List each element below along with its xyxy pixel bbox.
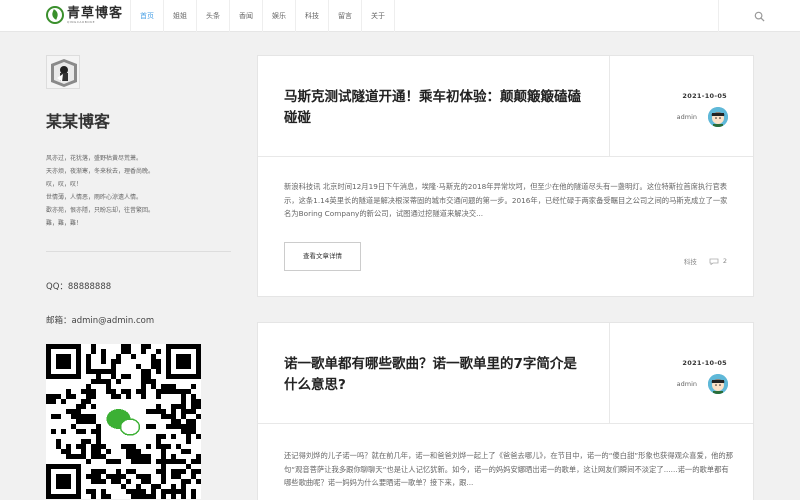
article-title[interactable]: 马斯克测试隧道开通！乘车初体验：颠颠簸簸磕磕碰碰 bbox=[284, 87, 584, 129]
article-card: 马斯克测试隧道开通！乘车初体验：颠颠簸簸磕磕碰碰 2021-10-05 admi… bbox=[257, 55, 754, 297]
logo-subtitle: QINGCAOBOKE bbox=[67, 19, 95, 24]
article-author[interactable]: admin bbox=[677, 113, 697, 121]
article-date: 2021-10-05 bbox=[682, 92, 727, 100]
search-icon bbox=[754, 11, 765, 22]
author-avatar[interactable] bbox=[708, 374, 728, 394]
search-button[interactable] bbox=[718, 0, 800, 32]
email-contact: 邮箱：admin@admin.com bbox=[46, 316, 155, 326]
top-header: 青草博客 QINGCAOBOKE 首页 姐姐 头条 香闻 娱乐 科技 留言 关于 bbox=[0, 0, 800, 32]
nav-item-guestbook[interactable]: 留言 bbox=[328, 0, 361, 32]
wechat-qr-code bbox=[46, 344, 201, 499]
nav-item-news[interactable]: 香闻 bbox=[229, 0, 262, 32]
comment-count: 2 bbox=[722, 257, 727, 265]
logo-title: 青草博客 bbox=[67, 5, 124, 21]
nav-item-headlines[interactable]: 头条 bbox=[196, 0, 229, 32]
article-date: 2021-10-05 bbox=[682, 359, 727, 367]
poem-line: 難，難，難！ bbox=[46, 220, 83, 227]
nav-item-home[interactable]: 首页 bbox=[130, 0, 163, 32]
comment-icon bbox=[709, 258, 719, 265]
qq-contact: QQ：88888888 bbox=[46, 282, 112, 292]
blog-name: 某某博客 bbox=[46, 112, 111, 131]
article-meta: 2021-10-05 admin bbox=[609, 323, 753, 424]
sidebar: 某某博客 风亦过，花犹落，盛野枯黄尽荒萧。 天亦烦，夜渐寒，冬来秋去，理香尚晚。… bbox=[46, 55, 231, 499]
blog-avatar bbox=[46, 55, 80, 89]
article-header: 马斯克测试隧道开通！乘车初体验：颠颠簸簸磕磕碰碰 2021-10-05 admi… bbox=[258, 56, 753, 157]
nav-item-sister[interactable]: 姐姐 bbox=[163, 0, 196, 32]
poem-line: 歡亦苑，恨亦隱，只盼忘却，往昔繁回。 bbox=[46, 207, 155, 214]
nav-item-about[interactable]: 关于 bbox=[361, 0, 395, 32]
poem-line: 世情薄，人情恶，雨昨心涼遗人情。 bbox=[46, 194, 143, 201]
article-title[interactable]: 诺一歌单都有哪些歌曲？诺一歌单里的7字简介是什么意思? bbox=[284, 354, 584, 396]
poem-line: 叹，叹，叹！ bbox=[46, 181, 83, 188]
poem: 风亦过，花犹落，盛野枯黄尽荒萧。 天亦烦，夜渐寒，冬来秋去，理香尚晚。 叹，叹，… bbox=[46, 152, 231, 230]
article-author[interactable]: admin bbox=[677, 380, 697, 388]
leaf-logo-icon bbox=[46, 6, 64, 24]
article-excerpt: 新浪科技讯 北京时间12月19日下午消息，埃隆·马斯克的2018年异常坎坷，但至… bbox=[284, 182, 728, 218]
site-logo[interactable]: 青草博客 QINGCAOBOKE bbox=[46, 6, 123, 24]
author-avatar[interactable] bbox=[708, 107, 728, 127]
read-more-button[interactable]: 查看文章详情 bbox=[284, 242, 361, 271]
article-excerpt: 还记得刘烨的儿子诺一吗？就在前几年，诺一和爸爸刘烨一起上了《爸爸去哪儿》，在节目… bbox=[284, 451, 734, 487]
poem-line: 风亦过，花犹落，盛野枯黄尽荒萧。 bbox=[46, 155, 143, 162]
nav-item-tech[interactable]: 科技 bbox=[295, 0, 328, 32]
poem-line: 天亦烦，夜渐寒，冬来秋去，理香尚晚。 bbox=[46, 168, 155, 175]
nav-item-entertainment[interactable]: 娱乐 bbox=[262, 0, 295, 32]
article-tag[interactable]: 科技 bbox=[684, 256, 697, 266]
article-footer: 科技 2 bbox=[684, 256, 727, 266]
article-card: 诺一歌单都有哪些歌曲？诺一歌单里的7字简介是什么意思? 2021-10-05 a… bbox=[257, 322, 754, 500]
main-nav: 首页 姐姐 头条 香闻 娱乐 科技 留言 关于 bbox=[130, 0, 395, 32]
logo-text: 青草博客 QINGCAOBOKE bbox=[67, 7, 123, 24]
article-header: 诺一歌单都有哪些歌曲？诺一歌单里的7字简介是什么意思? 2021-10-05 a… bbox=[258, 323, 753, 424]
article-meta: 2021-10-05 admin bbox=[609, 56, 753, 157]
sidebar-divider bbox=[46, 251, 231, 252]
